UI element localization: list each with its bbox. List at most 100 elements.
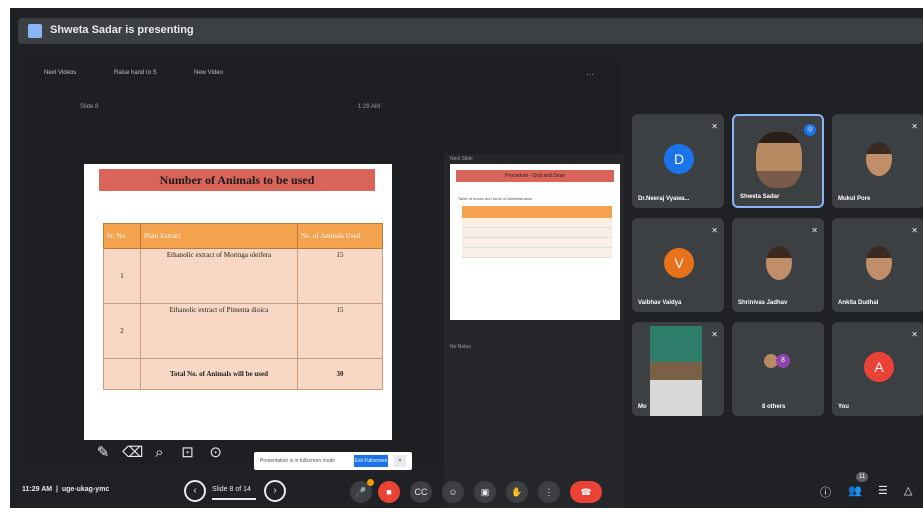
meet-window: Shweta Sadar is presenting Next Videos R… [10, 8, 923, 508]
total-label: Total No. of Animals will be used [140, 358, 298, 390]
presenter-toolbar: Next Videos Raise hand to S New Video ⋯ [34, 66, 594, 80]
participant-name: Shweta Sadar [740, 194, 780, 200]
next-slide-label: Next Slide [450, 156, 473, 162]
exit-fullscreen-button[interactable]: Exit Fullscreen [354, 455, 388, 467]
presenting-banner: Shweta Sadar is presenting [18, 18, 923, 44]
participant-tile[interactable]: ✕ Mukul Pore [832, 114, 923, 208]
present-icon [28, 24, 42, 38]
participant-name: 8 others [762, 404, 786, 410]
row-number: 2 [103, 303, 141, 359]
avatar [766, 246, 792, 280]
others-count: 8 [776, 354, 790, 368]
participant-name: Vaibhav Vaidya [638, 300, 682, 306]
table-row: 1 Ethanolic extract of Moringa oleifera … [103, 248, 383, 304]
participant-name: Ankita Dudhal [838, 300, 879, 306]
raise-hand-button[interactable]: ✋ [506, 481, 528, 503]
thumbnail-text: Table of doses and route of administrati… [458, 196, 533, 201]
info-icon[interactable]: ⓘ [820, 484, 831, 500]
time-label: 1:29 AM [358, 104, 381, 110]
chat-icon[interactable]: ☰ [878, 484, 888, 497]
captions-button[interactable]: CC [410, 481, 432, 503]
participant-tile[interactable]: ✕ Ankita Dudhal [832, 218, 923, 312]
mic-muted-icon: ✕ [811, 226, 818, 235]
slide-title: Number of Animals to be used [99, 169, 375, 191]
more-tools-icon[interactable]: ⊙ [207, 443, 225, 461]
clock: 11:29 AM [22, 486, 53, 493]
present-button[interactable]: ▣ [474, 481, 496, 503]
speaking-icon: ı|ı [804, 124, 816, 136]
participant-name: Shrinivas Jadhav [738, 300, 788, 306]
total-value: 30 [297, 358, 383, 390]
camera-button[interactable]: ■ [378, 481, 400, 503]
emoji-button[interactable]: ☺ [442, 481, 464, 503]
participant-name: Mo [638, 404, 647, 410]
participant-tile[interactable]: ✕ A You [832, 322, 923, 416]
participant-tile[interactable]: ı|ı Shweta Sadar [732, 114, 824, 208]
participant-tile[interactable]: ✕ Shrinivas Jadhav [732, 218, 824, 312]
plant-extract: Ethanolic extract of Pimenta dioica [140, 303, 298, 359]
emoji-icon: ☺ [448, 487, 458, 497]
mic-button[interactable]: 🎤 [350, 479, 374, 503]
mic-muted-icon: ✕ [711, 122, 718, 131]
participant-name: You [838, 404, 849, 410]
current-slide: Number of Animals to be used Sr. No. Pla… [84, 164, 392, 440]
microphone-icon: 🎤 [355, 487, 367, 497]
activities-icon[interactable]: △ [904, 484, 912, 497]
participant-tile[interactable]: ✕ Mo [632, 322, 724, 416]
separator: | [55, 486, 58, 493]
slide-label: Slide 8 [80, 104, 99, 110]
mic-muted-icon: ✕ [711, 226, 718, 235]
thumbnail-table [462, 206, 612, 258]
close-icon[interactable]: ✕ [394, 455, 406, 467]
toolbar-item-raise[interactable]: Raise hand to S [114, 70, 157, 76]
notice-text: Presentation is in fullscreen mode [260, 458, 336, 464]
zoom-icon[interactable]: ⌕ [150, 444, 168, 461]
row-number: 1 [103, 248, 141, 304]
participant-video [650, 326, 702, 416]
avatar [866, 142, 892, 176]
camera-off-icon: ■ [386, 487, 392, 497]
pen-icon[interactable]: ✎ [94, 443, 112, 461]
more-vert-icon: ⋮ [544, 487, 554, 497]
next-slide-thumbnail[interactable]: Procedure - Oral and Dose Table of doses… [450, 164, 620, 320]
mic-muted-icon: ✕ [911, 226, 918, 235]
avatar: D [664, 144, 694, 174]
captions-icon: CC [414, 487, 428, 497]
total-row: Total No. of Animals will be used 30 [103, 358, 383, 390]
toolbar-item-videos[interactable]: Next Videos [44, 70, 76, 76]
others-tile[interactable]: 8 8 others [732, 322, 824, 416]
presentation-area: Next Videos Raise hand to S New Video ⋯ … [24, 58, 624, 508]
hangup-icon: ☎ [580, 487, 592, 497]
people-icon[interactable]: 👥 [848, 484, 862, 497]
meeting-code: uge-ukag-ymc [61, 486, 110, 493]
animal-count: 15 [297, 248, 383, 304]
slide-tools: ✎ ⌫ ⌕ ⊡ ⊙ [94, 443, 231, 461]
more-options-button[interactable]: ⋮ [538, 481, 560, 503]
animal-count: 15 [297, 303, 383, 359]
eraser-icon[interactable]: ⌫ [122, 443, 143, 461]
mic-muted-icon: ✕ [911, 122, 918, 131]
thumbnail-title: Procedure - Oral and Dose [456, 170, 614, 182]
table-row: 2 Ethanolic extract of Pimenta dioica 15 [103, 303, 383, 359]
laser-pointer-icon[interactable]: ⊡ [179, 443, 197, 461]
fullscreen-notice: Presentation is in fullscreen mode Exit … [254, 452, 412, 470]
present-screen-icon: ▣ [480, 487, 490, 497]
leave-call-button[interactable]: ☎ [570, 481, 602, 503]
participant-name: Mukul Pore [838, 196, 871, 202]
toolbar-more-icon[interactable]: ⋯ [586, 70, 594, 79]
people-count-badge: 11 [856, 472, 868, 482]
mic-muted-icon: ✕ [911, 330, 918, 339]
toolbar-item-new[interactable]: New Video [194, 70, 223, 76]
plant-extract: Ethanolic extract of Moringa oleifera [140, 248, 298, 304]
avatar [866, 246, 892, 280]
animals-table: Sr. No. Plant Extract No. of Animals Use… [103, 223, 383, 390]
participant-tile[interactable]: ✕ D Dr.Neeraj Vyawa... [632, 114, 724, 208]
column-header: Plant Extract [140, 223, 298, 249]
bottom-bar: 11:29 AM | uge-ukag-ymc 🎤 ■ CC ☺ ▣ ✋ ⋮ ☎ [10, 472, 923, 508]
participant-tile[interactable]: ✕ V Vaibhav Vaidya [632, 218, 724, 312]
column-header: Sr. No. [103, 223, 141, 249]
mic-muted-icon: ✕ [711, 330, 718, 339]
avatar: A [864, 352, 894, 382]
warning-dot [367, 479, 374, 486]
column-header: No. of Animals Used [297, 223, 383, 249]
